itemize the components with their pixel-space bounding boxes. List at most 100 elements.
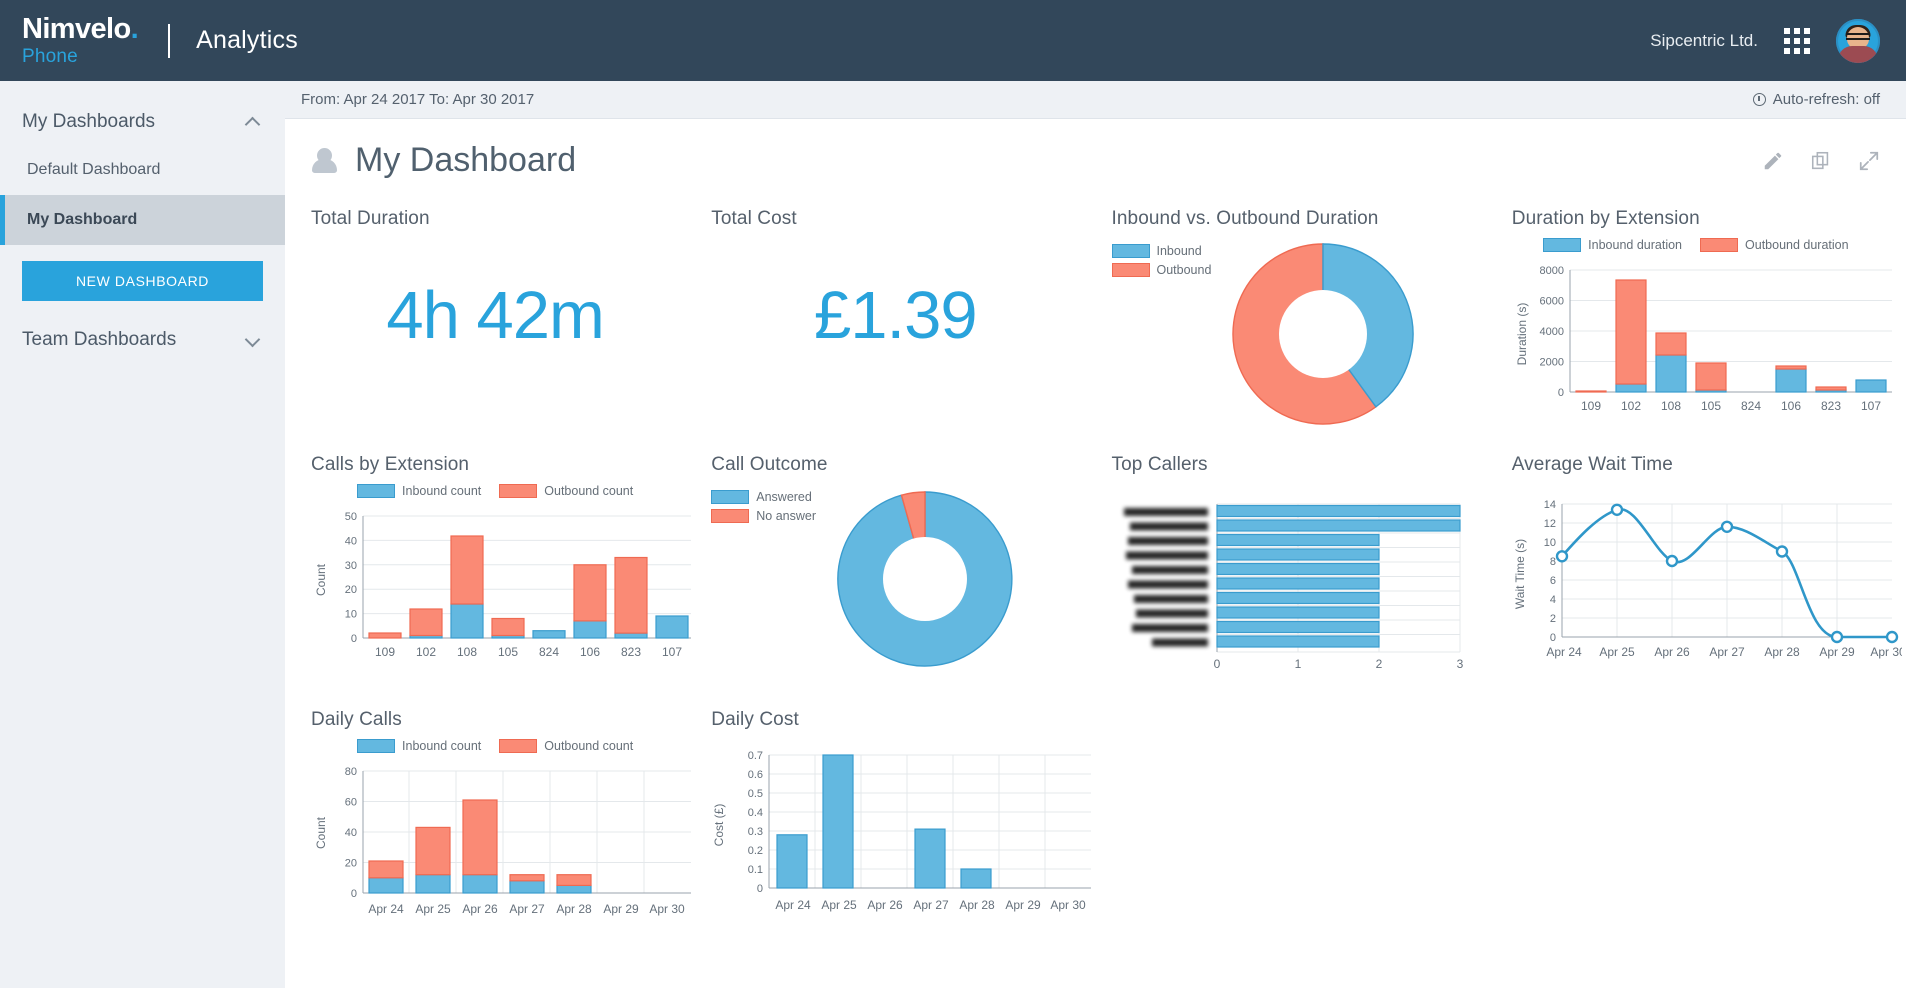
card-title: Duration by Extension: [1511, 208, 1700, 229]
user-icon: [311, 146, 339, 176]
chart-legend: Inbound Outbound: [1111, 244, 1211, 277]
date-range-bar: From: Apr 24 2017 To: Apr 30 2017 Auto-r…: [285, 81, 1906, 119]
donut-chart-call-outcome[interactable]: [830, 484, 1030, 674]
svg-text:Apr 25: Apr 25: [415, 902, 451, 916]
x-axis-ticks: 109 102 108 105 824 106 823 107: [375, 645, 682, 659]
new-dashboard-button[interactable]: NEW DASHBOARD: [22, 261, 263, 301]
legend-swatch-outbound-count: [499, 484, 538, 498]
svg-text:106: 106: [1781, 399, 1801, 413]
chart-daily-cost[interactable]: Cost (£) 00.10.20.3 0.40.50.60.7 Apr 24 …: [711, 745, 1101, 935]
empty-grid-slot: [1496, 695, 1896, 950]
x-axis-ticks: Apr 24 Apr 25 Apr 26 Apr 27 Apr 28 Apr 29 Apr…: [776, 898, 1087, 912]
page-header: My Dashboard: [285, 119, 1906, 194]
svg-text:108: 108: [457, 645, 477, 659]
apps-grid-icon[interactable]: [1784, 27, 1810, 54]
chart-top-callers[interactable]: 0 1 2 3: [1112, 500, 1502, 680]
dashboard-grid: Total Duration 4h 42m Total Cost £1.39 I…: [285, 194, 1906, 950]
legend-label: Inbound: [1156, 244, 1202, 258]
avatar[interactable]: [1836, 18, 1880, 63]
sidebar-group-my-dashboards[interactable]: My Dashboards: [0, 99, 285, 145]
chart-calls-by-extension[interactable]: Count 01020 304050 109 102 108 105 824 1…: [311, 502, 701, 670]
chevron-down-icon: [246, 334, 259, 347]
svg-text:Apr 26: Apr 26: [1654, 645, 1690, 659]
redacted-category-labels: [1123, 508, 1208, 647]
svg-text:0: 0: [351, 888, 357, 900]
sidebar-item-label: My Dashboard: [27, 211, 138, 228]
sidebar-group-team-dashboards[interactable]: Team Dashboards: [0, 317, 285, 363]
svg-text:Apr 27: Apr 27: [509, 902, 545, 916]
svg-text:8: 8: [1550, 556, 1556, 568]
avatar-glasses: [1846, 33, 1870, 41]
svg-text:0: 0: [351, 633, 357, 645]
sidebar-item-label: Default Dashboard: [27, 161, 161, 178]
card-daily-cost: Daily Cost Cost (£) 0 0.1 0.2 0.3 0.4 0.…: [695, 695, 1095, 950]
svg-text:2000: 2000: [1539, 357, 1563, 369]
svg-text:3: 3: [1456, 657, 1463, 671]
legend-swatch-inbound-count: [357, 484, 396, 498]
legend-swatch-inbound-duration: [1543, 238, 1582, 252]
sidebar-item-my-dashboard[interactable]: My Dashboard: [0, 195, 285, 245]
svg-text:0: 0: [1558, 387, 1564, 399]
chart-legend: Inbound duration Outbound duration: [1512, 238, 1880, 252]
svg-text:80: 80: [345, 766, 357, 778]
legend-item: No answer: [711, 509, 816, 523]
svg-text:106: 106: [580, 645, 600, 659]
y-axis-label: Wait Time (s): [1513, 539, 1527, 609]
chart-duration-by-extension[interactable]: Duration (s) 020004000 60008000 109 102 …: [1512, 256, 1902, 424]
card-total-duration: Total Duration 4h 42m: [295, 194, 695, 440]
svg-text:0: 0: [757, 883, 763, 895]
card-title: Total Duration: [311, 208, 430, 229]
expand-icon[interactable]: [1858, 150, 1880, 172]
top-navigation-bar: Nimvelo. Phone Analytics Sipcentric Ltd.: [0, 0, 1906, 81]
legend-swatch-outbound-duration: [1700, 238, 1739, 252]
auto-refresh-toggle[interactable]: Auto-refresh: off: [1752, 91, 1880, 108]
duplicate-icon[interactable]: [1810, 150, 1832, 172]
card-total-cost: Total Cost £1.39: [695, 194, 1095, 440]
svg-text:102: 102: [1621, 399, 1641, 413]
chart-daily-calls[interactable]: Count 02040 6080 Apr 24 Apr 25 Apr 26 Ap…: [311, 757, 701, 927]
svg-text:1: 1: [1294, 657, 1301, 671]
svg-text:Apr 28: Apr 28: [960, 898, 996, 912]
x-axis-ticks: 109 102 108 105 824 106 823 107: [1581, 399, 1881, 413]
legend-label: Outbound count: [544, 739, 634, 753]
legend-item: Inbound duration: [1543, 238, 1682, 252]
y-axis-label: Count: [314, 816, 328, 849]
card-title: Calls by Extension: [311, 454, 470, 475]
chevron-up-icon: [246, 116, 259, 129]
chart-average-wait-time[interactable]: Wait Time (s) 0246 8101214 Apr 24 Apr 25…: [1512, 496, 1906, 676]
legend-item: Inbound: [1111, 244, 1202, 258]
svg-text:0.3: 0.3: [748, 826, 763, 838]
legend-item: Outbound duration: [1700, 238, 1849, 252]
donut-chart-inbound-outbound[interactable]: [1223, 238, 1433, 430]
y-axis-label: Duration (s): [1515, 303, 1529, 366]
card-title: Average Wait Time: [1511, 454, 1673, 475]
svg-text:Apr 30: Apr 30: [649, 902, 685, 916]
svg-text:0: 0: [1550, 632, 1556, 644]
edit-pencil-icon[interactable]: [1762, 150, 1784, 172]
svg-text:Apr 26: Apr 26: [462, 902, 498, 916]
y-axis-label: Count: [314, 563, 328, 596]
avatar-body: [1838, 45, 1878, 63]
page-title: My Dashboard: [355, 141, 577, 179]
svg-text:40: 40: [345, 827, 357, 839]
y-axis-ticks: 0 2 4 6 8 10 12 14: [1544, 499, 1556, 644]
svg-text:105: 105: [498, 645, 518, 659]
svg-text:6000: 6000: [1539, 296, 1563, 308]
nimvelo-logo[interactable]: Nimvelo. Phone: [22, 15, 139, 67]
date-range-text[interactable]: From: Apr 24 2017 To: Apr 30 2017: [301, 91, 534, 108]
clock-icon: [1752, 93, 1766, 106]
sidebar-group-label: Team Dashboards: [22, 329, 177, 350]
svg-text:4000: 4000: [1539, 326, 1563, 338]
svg-text:20: 20: [345, 858, 357, 870]
svg-text:Apr 27: Apr 27: [914, 898, 950, 912]
svg-text:0.1: 0.1: [748, 864, 763, 876]
y-axis-ticks: 0 0.1 0.2 0.3 0.4 0.5 0.6 0.7: [748, 750, 763, 895]
card-title: Total Cost: [711, 208, 797, 229]
svg-text:10: 10: [1544, 537, 1556, 549]
legend-item: Outbound count: [499, 739, 633, 753]
total-duration-value: 4h 42m: [386, 278, 604, 353]
sidebar-item-default-dashboard[interactable]: Default Dashboard: [0, 145, 285, 195]
svg-text:Apr 29: Apr 29: [1819, 645, 1855, 659]
svg-text:Apr 30: Apr 30: [1870, 645, 1902, 659]
svg-text:102: 102: [416, 645, 436, 659]
